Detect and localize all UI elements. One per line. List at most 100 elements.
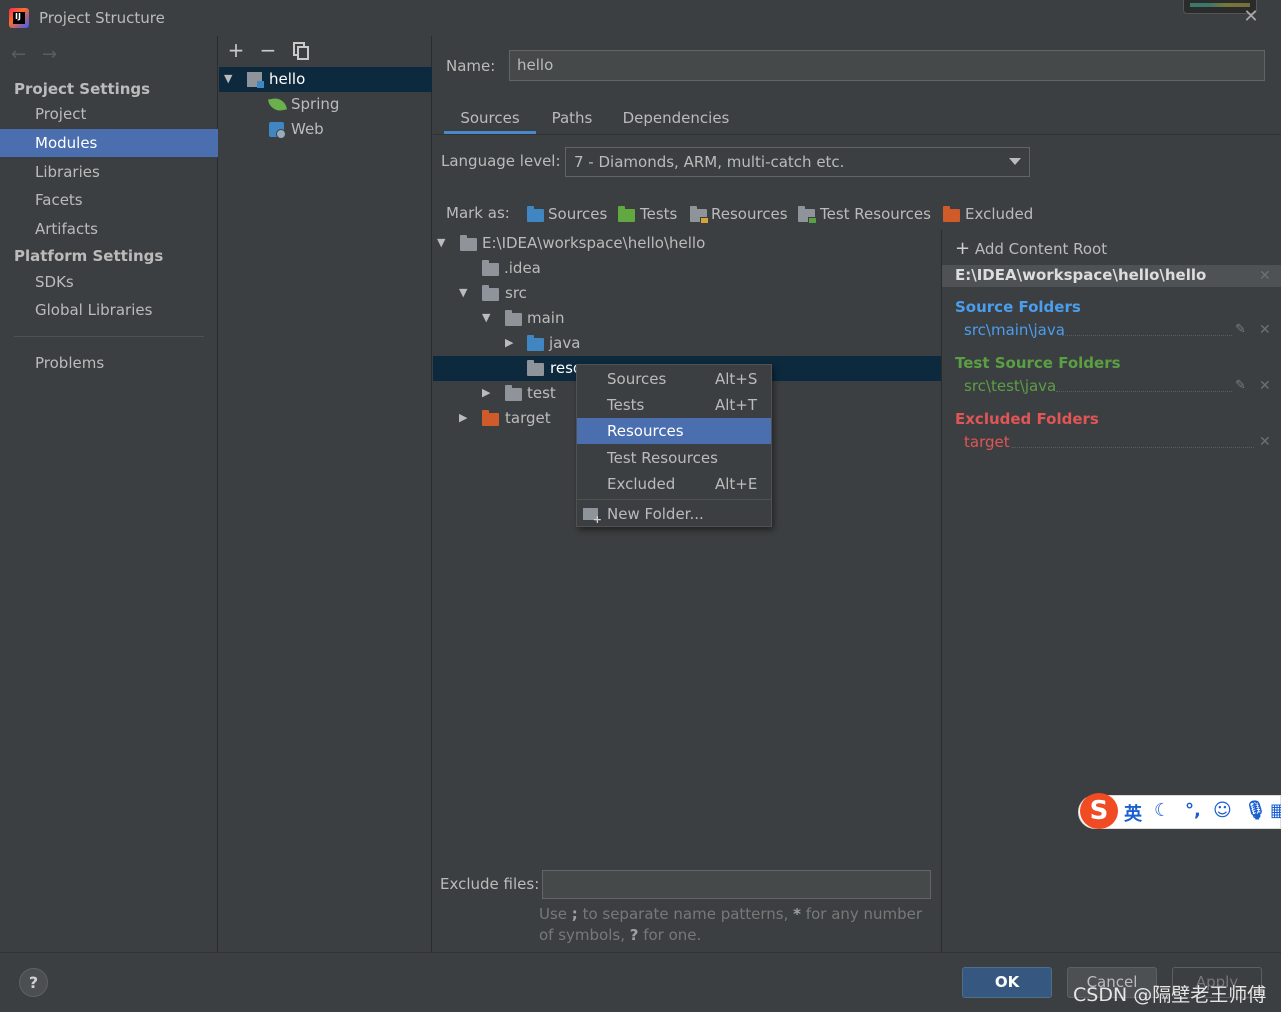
tree-node-java[interactable]: java — [549, 334, 580, 352]
title-bar — [0, 0, 1281, 36]
folder-icon — [482, 285, 499, 301]
menu-item-shortcut: Alt+E — [715, 475, 758, 493]
microphone-icon[interactable]: 🎙 — [1244, 800, 1267, 821]
menu-item-label: Tests — [607, 396, 645, 414]
sogou-logo-icon[interactable]: S — [1080, 793, 1118, 829]
add-icon[interactable]: + — [225, 39, 247, 61]
tab-dependencies[interactable]: Dependencies — [614, 106, 738, 134]
tree-node-idea[interactable]: .idea — [504, 259, 541, 277]
expand-arrow-icon[interactable]: ▶ — [482, 387, 494, 399]
excluded-folder-path[interactable]: target — [964, 433, 1010, 451]
back-arrow-icon[interactable]: ← — [11, 44, 26, 65]
intellij-logo-icon: IJ — [9, 8, 29, 28]
dotted-leader — [1056, 391, 1232, 392]
dotted-leader — [1062, 335, 1232, 336]
menu-item-label: Sources — [607, 370, 667, 388]
forward-arrow-icon[interactable]: → — [42, 44, 57, 65]
menu-item-test-resources[interactable]: Test Resources — [577, 445, 771, 471]
remove-folder-icon[interactable]: ✕ — [1259, 434, 1271, 450]
menu-item-new-folder[interactable]: New Folder... — [577, 501, 771, 527]
keyboard-icon[interactable]: ▦ — [1270, 800, 1281, 821]
project-settings-heading: Project Settings — [14, 80, 151, 98]
hint-bold: * — [793, 905, 802, 923]
help-button[interactable]: ? — [19, 968, 48, 997]
content-root-path: E:\IDEA\workspace\hello\hello — [955, 266, 1207, 284]
collapse-arrow-icon[interactable]: ▼ — [224, 73, 236, 85]
source-folder-path[interactable]: src\main\java — [964, 321, 1065, 339]
moon-icon[interactable]: ☾ — [1154, 800, 1170, 821]
sidebar-item-facets[interactable]: Facets — [0, 186, 218, 214]
mark-as-excluded[interactable]: Excluded — [965, 205, 1033, 223]
close-icon[interactable]: ✕ — [1242, 8, 1260, 26]
exclude-files-hint: Use ; to separate name patterns, * for a… — [539, 904, 939, 946]
excluded-folder-icon — [482, 410, 499, 426]
tree-node-src[interactable]: src — [505, 284, 527, 302]
hint-text: for one. — [638, 926, 702, 944]
add-content-root-button[interactable]: + Add Content Root — [955, 238, 1107, 259]
menu-item-excluded[interactable]: Excluded Alt+E — [577, 471, 771, 497]
dotted-leader — [1012, 447, 1254, 448]
csdn-watermark: CSDN @隔壁老王师傅 — [1073, 984, 1267, 1006]
mark-as-sources[interactable]: Sources — [548, 205, 607, 223]
facet-spring[interactable]: Spring — [291, 95, 339, 113]
sidebar-item-global-libraries[interactable]: Global Libraries — [0, 296, 218, 324]
platform-settings-heading: Platform Settings — [14, 247, 164, 265]
sidebar-item-sdks[interactable]: SDKs — [0, 268, 218, 296]
tab-paths[interactable]: Paths — [541, 106, 603, 134]
remove-folder-icon[interactable]: ✕ — [1259, 322, 1271, 338]
copy-icon-front — [297, 46, 309, 60]
exclude-files-input[interactable] — [542, 870, 931, 899]
add-content-root-label: Add Content Root — [974, 240, 1108, 258]
plus-icon: + — [955, 238, 971, 259]
mark-as-resources[interactable]: Resources — [711, 205, 788, 223]
folder-icon — [505, 385, 522, 401]
sidebar-item-libraries[interactable]: Libraries — [0, 158, 218, 186]
exclude-files-label: Exclude files: — [440, 875, 540, 893]
tree-node-target[interactable]: target — [505, 409, 551, 427]
expand-arrow-icon[interactable]: ▶ — [459, 412, 471, 424]
sidebar-item-modules[interactable]: Modules — [0, 129, 218, 157]
mark-as-tests[interactable]: Tests — [640, 205, 677, 223]
punctuation-icon[interactable]: °, — [1185, 800, 1201, 821]
test-folder-path[interactable]: src\test\java — [964, 377, 1056, 395]
folder-icon — [527, 360, 544, 376]
menu-item-shortcut: Alt+S — [715, 370, 758, 388]
name-input[interactable]: hello — [509, 50, 1265, 81]
collapse-arrow-icon[interactable]: ▼ — [459, 287, 471, 299]
menu-item-label: Excluded — [607, 475, 676, 493]
source-folders-heading: Source Folders — [955, 298, 1081, 316]
hint-text: to separate name patterns, — [577, 905, 794, 923]
language-level-select[interactable]: 7 - Diamonds, ARM, multi-catch etc. — [565, 147, 1030, 177]
sidebar-item-project[interactable]: Project — [0, 100, 218, 128]
tab-sources[interactable]: Sources — [444, 106, 536, 134]
tree-node-root[interactable]: E:\IDEA\workspace\hello\hello — [482, 234, 705, 252]
sidebar-item-artifacts[interactable]: Artifacts — [0, 215, 218, 243]
folder-icon — [505, 310, 522, 326]
remove-root-icon[interactable]: ✕ — [1259, 268, 1271, 284]
menu-item-sources[interactable]: Sources Alt+S — [577, 366, 771, 392]
tabs-divider — [433, 134, 1281, 135]
test-resources-folder-icon — [798, 206, 817, 224]
emoji-icon[interactable]: ☺ — [1213, 800, 1232, 821]
sidebar-item-problems[interactable]: Problems — [0, 349, 218, 377]
menu-item-tests[interactable]: Tests Alt+T — [577, 392, 771, 418]
facet-web[interactable]: Web — [291, 120, 324, 138]
edit-pencil-icon[interactable]: ✎ — [1235, 322, 1246, 337]
edit-pencil-icon[interactable]: ✎ — [1235, 378, 1246, 393]
chevron-down-icon — [1009, 158, 1021, 165]
mark-as-test-resources[interactable]: Test Resources — [820, 205, 931, 223]
context-menu: Sources Alt+S Tests Alt+T Resources Test… — [576, 364, 772, 527]
collapse-arrow-icon[interactable]: ▼ — [437, 237, 449, 249]
collapse-arrow-icon[interactable]: ▼ — [482, 312, 494, 324]
resources-folder-icon — [690, 206, 709, 224]
menu-item-label: Resources — [607, 422, 684, 440]
ok-button[interactable]: OK — [962, 967, 1052, 998]
remove-icon[interactable]: − — [257, 39, 279, 61]
expand-arrow-icon[interactable]: ▶ — [505, 337, 517, 349]
menu-item-resources[interactable]: Resources — [577, 418, 771, 444]
ime-language-toggle[interactable]: 英 — [1124, 800, 1142, 826]
tree-node-test[interactable]: test — [527, 384, 556, 402]
remove-folder-icon[interactable]: ✕ — [1259, 378, 1271, 394]
tree-node-main[interactable]: main — [527, 309, 564, 327]
web-icon — [269, 122, 286, 139]
